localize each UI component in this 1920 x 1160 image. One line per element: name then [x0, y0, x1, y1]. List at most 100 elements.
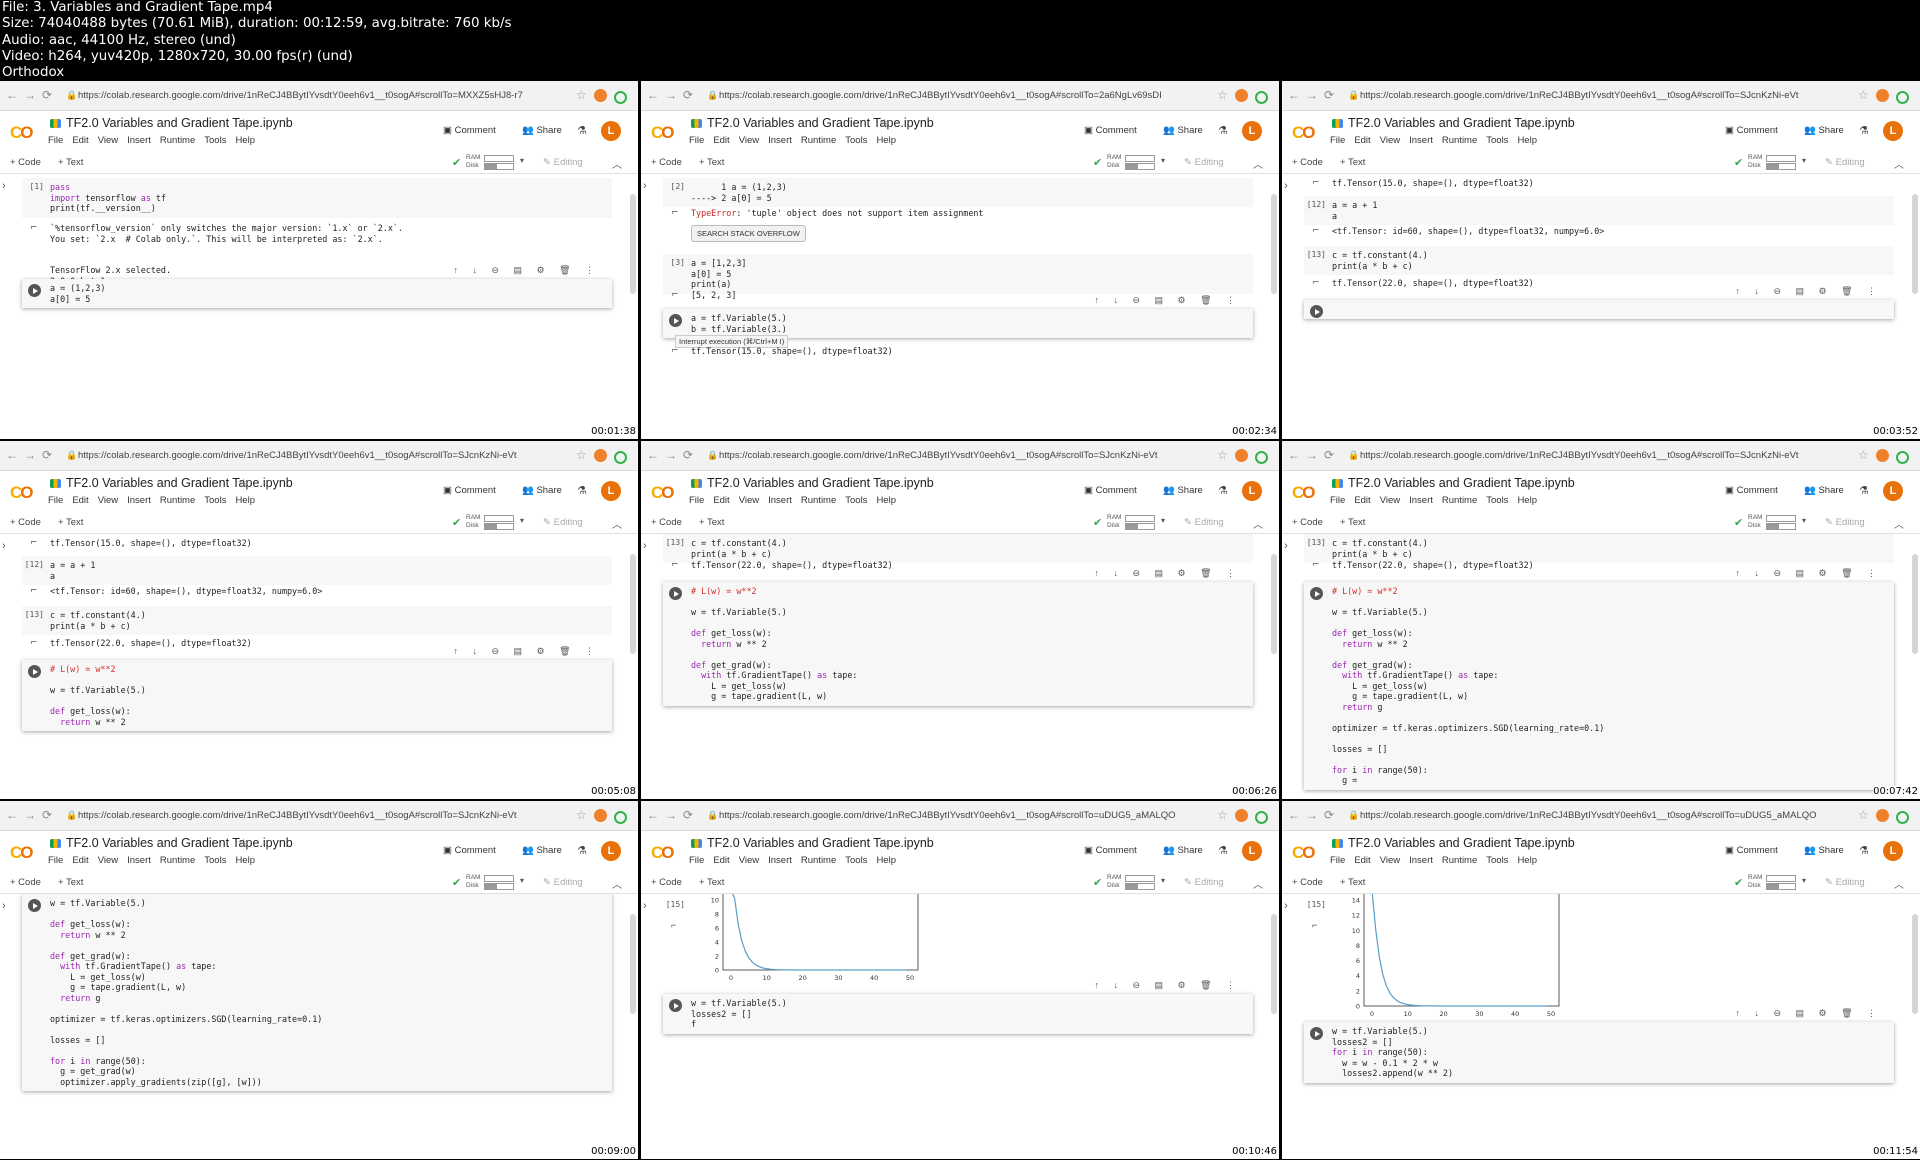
reload-icon[interactable]: ⟳: [683, 808, 693, 822]
forward-icon[interactable]: →: [665, 448, 677, 462]
menu-item[interactable]: Tools: [1486, 495, 1508, 506]
comment-button[interactable]: ▣ Comment: [1084, 125, 1137, 136]
add-text-button[interactable]: + Text: [1340, 877, 1365, 888]
resource-label[interactable]: RAM Disk: [1107, 874, 1121, 889]
search-stack-overflow-button[interactable]: SEARCH STACK OVERFLOW: [691, 224, 806, 242]
output-cell[interactable]: tf.Tensor(15.0, shape=(), dtype=float32)…: [22, 534, 612, 553]
reload-icon[interactable]: ⟳: [1324, 448, 1334, 462]
editing-mode[interactable]: ✎ Editing: [543, 877, 583, 888]
url-text[interactable]: https://colab.research.google.com/drive/…: [1360, 90, 1799, 101]
resource-label[interactable]: RAM Disk: [1748, 514, 1762, 529]
disk-bar[interactable]: [484, 163, 514, 170]
menu-item[interactable]: Edit: [1354, 135, 1370, 146]
add-code-button[interactable]: + Code: [651, 517, 682, 528]
extension-icon[interactable]: [594, 89, 607, 102]
url-text[interactable]: https://colab.research.google.com/drive/…: [1360, 450, 1799, 461]
disk-bar[interactable]: [1766, 883, 1796, 890]
bookmark-star-icon[interactable]: ☆: [576, 808, 587, 822]
chevron-down-icon[interactable]: ▾: [520, 876, 524, 885]
colab-logo[interactable]: CO: [651, 123, 675, 143]
code-editor[interactable]: w = tf.Variable(5.) def get_loss(w): ret…: [22, 894, 612, 1091]
menu-item[interactable]: File: [1330, 855, 1345, 866]
disk-bar[interactable]: [1125, 883, 1155, 890]
cell-toolbar[interactable]: ↑ ↓ ⊖ ▤ ⚙ 🗑 ⋮: [453, 646, 600, 657]
output-icon[interactable]: ⌐: [671, 560, 679, 571]
code-editor[interactable]: c = tf.constant(4.) print(a * b + c) [13]: [1304, 246, 1894, 275]
menu-item[interactable]: Insert: [768, 855, 792, 866]
avatar[interactable]: L: [1242, 121, 1262, 141]
code-cell[interactable]: a = tf.Variable(5.) b = tf.Variable(3.) I…: [663, 295, 1253, 348]
bookmark-star-icon[interactable]: ☆: [1858, 808, 1869, 822]
menu-item[interactable]: Runtime: [1442, 855, 1477, 866]
disk-bar[interactable]: [484, 883, 514, 890]
menu-item[interactable]: Insert: [127, 855, 151, 866]
ram-bar[interactable]: [1766, 515, 1796, 522]
output-icon[interactable]: ⌐: [1312, 178, 1320, 189]
chevron-up-icon[interactable]: ︿: [1253, 156, 1263, 171]
cell-toolbar[interactable]: ↑ ↓ ⊖ ▤ ⚙ 🗑 ⋮: [1735, 286, 1882, 297]
reload-icon[interactable]: ⟳: [42, 808, 52, 822]
url-text[interactable]: https://colab.research.google.com/drive/…: [78, 450, 517, 461]
menu-item[interactable]: Tools: [204, 135, 226, 146]
run-cell-button[interactable]: [669, 587, 682, 600]
code-editor[interactable]: 1 a = (1,2,3) ----> 2 a[0] = 5 [2]: [663, 178, 1253, 207]
menu-item[interactable]: View: [1380, 855, 1400, 866]
menu-item[interactable]: View: [739, 855, 759, 866]
menu-item[interactable]: File: [1330, 495, 1345, 506]
extension-icon[interactable]: [1876, 89, 1889, 102]
reload-icon[interactable]: ⟳: [42, 88, 52, 102]
menu-item[interactable]: Help: [235, 135, 255, 146]
disk-bar[interactable]: [1125, 163, 1155, 170]
notebook-title[interactable]: TF2.0 Variables and Gradient Tape.ipynb: [66, 116, 293, 130]
output-icon[interactable]: ⌐: [1312, 226, 1320, 237]
url-text[interactable]: https://colab.research.google.com/drive/…: [719, 810, 1176, 821]
chevron-down-icon[interactable]: ▾: [1161, 156, 1165, 165]
code-cell[interactable]: a = (1,2,3) a[0] = 5 ↑ ↓ ⊖ ▤ ⚙ 🗑 ⋮: [22, 265, 612, 308]
add-text-button[interactable]: + Text: [699, 517, 724, 528]
url-text[interactable]: https://colab.research.google.com/drive/…: [78, 90, 523, 101]
code-editor[interactable]: # L(w) = w**2 w = tf.Variable(5.) def ge…: [22, 660, 612, 731]
chevron-up-icon[interactable]: ︿: [1253, 516, 1263, 531]
editing-mode[interactable]: ✎ Editing: [1825, 157, 1865, 168]
star-icon[interactable]: ☆: [1520, 116, 1531, 130]
resource-label[interactable]: RAM Disk: [1107, 154, 1121, 169]
notebook-title[interactable]: TF2.0 Variables and Gradient Tape.ipynb: [66, 836, 293, 850]
chevron-right-icon[interactable]: ›: [2, 180, 6, 192]
menu-item[interactable]: File: [689, 855, 704, 866]
menu-item[interactable]: Insert: [1409, 855, 1433, 866]
sidebar-toggle[interactable]: ›: [641, 894, 655, 1159]
colab-logo[interactable]: CO: [651, 483, 675, 503]
chevron-right-icon[interactable]: ›: [2, 900, 6, 912]
disk-bar[interactable]: [1125, 523, 1155, 530]
code-editor[interactable]: pass import tensorflow as tf print(tf.__…: [22, 178, 612, 218]
back-icon[interactable]: ←: [6, 88, 18, 102]
cell-toolbar[interactable]: ↑ ↓ ⊖ ▤ ⚙ 🗑 ⋮: [1735, 568, 1882, 579]
output-cell[interactable]: <tf.Tensor: id=60, shape=(), dtype=float…: [1304, 222, 1894, 241]
menu-item[interactable]: Edit: [713, 855, 729, 866]
scrollbar[interactable]: [1912, 194, 1918, 294]
run-cell-button[interactable]: [669, 999, 682, 1012]
comment-button[interactable]: ▣ Comment: [443, 125, 496, 136]
chevron-down-icon[interactable]: ▾: [1161, 876, 1165, 885]
share-button[interactable]: 👥 Share: [522, 485, 562, 496]
resource-label[interactable]: RAM Disk: [466, 874, 480, 889]
star-icon[interactable]: ☆: [238, 116, 249, 130]
menu-item[interactable]: View: [739, 495, 759, 506]
notebook-body[interactable]: › pass import tensorflow as tf print(tf.…: [0, 174, 638, 439]
menu-item[interactable]: Runtime: [160, 495, 195, 506]
menu-item[interactable]: File: [689, 135, 704, 146]
run-cell-button[interactable]: [28, 284, 41, 297]
back-icon[interactable]: ←: [647, 808, 659, 822]
menu-item[interactable]: Help: [876, 135, 896, 146]
disk-bar[interactable]: [1766, 163, 1796, 170]
menu-item[interactable]: Help: [235, 855, 255, 866]
run-cell-button[interactable]: [669, 314, 682, 327]
reload-icon[interactable]: ⟳: [683, 88, 693, 102]
avatar[interactable]: L: [1242, 481, 1262, 501]
extension-icon[interactable]: [1876, 809, 1889, 822]
resource-label[interactable]: RAM Disk: [1748, 154, 1762, 169]
notebook-body[interactable]: › tf.Tensor(15.0, shape=(), dtype=float3…: [1282, 174, 1920, 439]
notebook-body[interactable]: › c = tf.constant(4.) print(a * b + c) [1…: [1282, 534, 1920, 799]
scrollbar[interactable]: [1271, 914, 1277, 1014]
menu-item[interactable]: Insert: [1409, 135, 1433, 146]
